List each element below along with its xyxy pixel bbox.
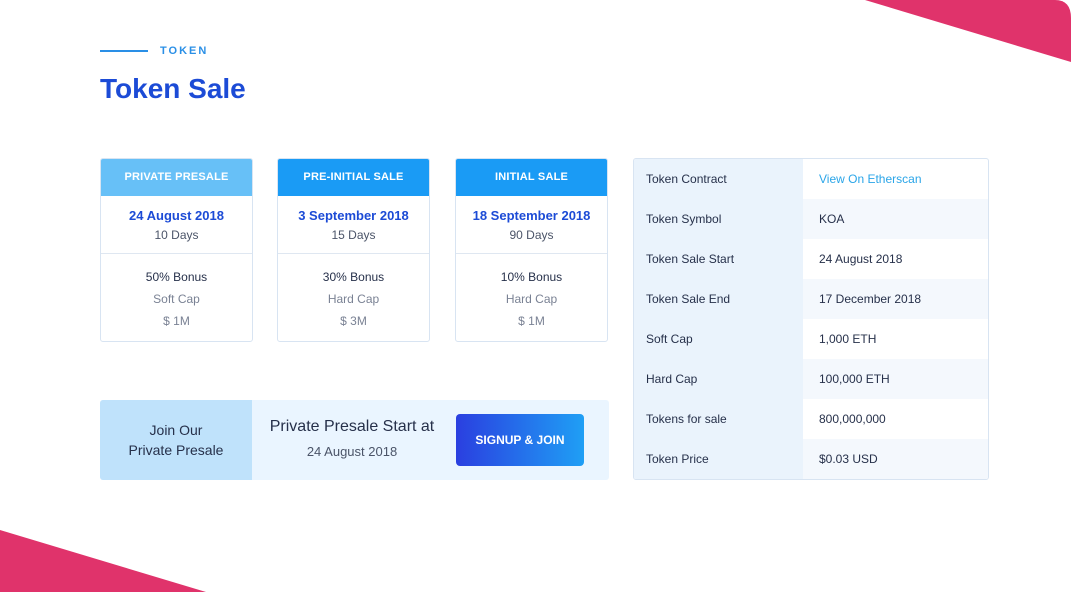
join-callout-line1: Join Our — [149, 422, 203, 438]
eyebrow-line — [100, 50, 148, 52]
etherscan-link[interactable]: View On Etherscan — [803, 172, 922, 186]
card-date: 24 August 2018 — [129, 208, 224, 223]
card-divider — [456, 253, 607, 254]
card-cap-label: Hard Cap — [505, 292, 558, 306]
section-eyebrow: TOKEN — [100, 45, 208, 57]
row-value: 1,000 ETH — [819, 332, 877, 346]
eyebrow-text: TOKEN — [160, 45, 209, 57]
row-value: $0.03 USD — [819, 452, 878, 466]
card-divider — [278, 253, 429, 254]
sale-card-pre-initial-sale: PRE-INITIAL SALE 3 September 2018 15 Day… — [277, 158, 430, 342]
presale-start-info: Private Presale Start at 24 August 2018 — [252, 418, 452, 459]
row-label: Tokens for sale — [634, 399, 803, 439]
row-label: Soft Cap — [634, 319, 803, 359]
join-callout-line2: Private Presale — [128, 442, 224, 458]
card-date: 3 September 2018 — [298, 208, 409, 223]
page-title: Token Sale — [100, 73, 246, 104]
row-value: 24 August 2018 — [819, 252, 903, 266]
row-label: Hard Cap — [634, 359, 803, 399]
top-right-decoration — [865, 0, 1071, 62]
card-days: 15 Days — [331, 228, 376, 242]
card-amount: $ 3M — [340, 314, 367, 328]
row-value: 100,000 ETH — [819, 372, 890, 386]
sale-card-private-presale: PRIVATE PRESALE 24 August 2018 10 Days 5… — [100, 158, 253, 342]
card-heading: PRE-INITIAL SALE — [278, 159, 429, 196]
table-row: Token Sale End 17 December 2018 — [634, 279, 988, 319]
card-bonus: 30% Bonus — [322, 270, 385, 284]
table-row: Token Symbol KOA — [634, 199, 988, 239]
row-label: Token Price — [634, 439, 803, 479]
row-value: 800,000,000 — [819, 412, 886, 426]
table-row: Token Contract View On Etherscan — [634, 159, 988, 199]
row-label: Token Sale End — [634, 279, 803, 319]
card-days: 10 Days — [154, 228, 199, 242]
table-row: Token Sale Start 24 August 2018 — [634, 239, 988, 279]
row-label: Token Sale Start — [634, 239, 803, 279]
card-cap-label: Hard Cap — [327, 292, 380, 306]
card-cap-label: Soft Cap — [153, 292, 200, 306]
row-value: KOA — [819, 212, 845, 226]
table-row: Hard Cap 100,000 ETH — [634, 359, 988, 399]
card-heading: INITIAL SALE — [456, 159, 607, 196]
row-label: Token Symbol — [634, 199, 803, 239]
card-amount: $ 1M — [163, 314, 190, 328]
card-divider — [101, 253, 252, 254]
card-amount: $ 1M — [518, 314, 545, 328]
card-date: 18 September 2018 — [472, 208, 591, 223]
card-bonus: 50% Bonus — [145, 270, 208, 284]
sale-card-initial-sale: INITIAL SALE 18 September 2018 90 Days 1… — [455, 158, 608, 342]
card-heading: PRIVATE PRESALE — [101, 159, 252, 196]
card-bonus: 10% Bonus — [500, 270, 563, 284]
join-callout: Join Our Private Presale — [100, 400, 252, 480]
presale-start-date: 24 August 2018 — [306, 444, 398, 459]
bottom-left-decoration — [0, 530, 206, 592]
table-row: Token Price $0.03 USD — [634, 439, 988, 479]
table-row: Tokens for sale 800,000,000 — [634, 399, 988, 439]
token-info-table: Token Contract View On Etherscan Token S… — [633, 158, 989, 480]
table-row: Soft Cap 1,000 ETH — [634, 319, 988, 359]
row-label: Token Contract — [634, 159, 803, 199]
presale-start-title: Private Presale Start at — [269, 418, 435, 435]
row-value: 17 December 2018 — [819, 292, 922, 306]
join-presale-banner: Join Our Private Presale Private Presale… — [100, 400, 609, 480]
signup-join-button[interactable]: SIGNUP & JOIN — [456, 414, 584, 466]
card-days: 90 Days — [509, 228, 554, 242]
